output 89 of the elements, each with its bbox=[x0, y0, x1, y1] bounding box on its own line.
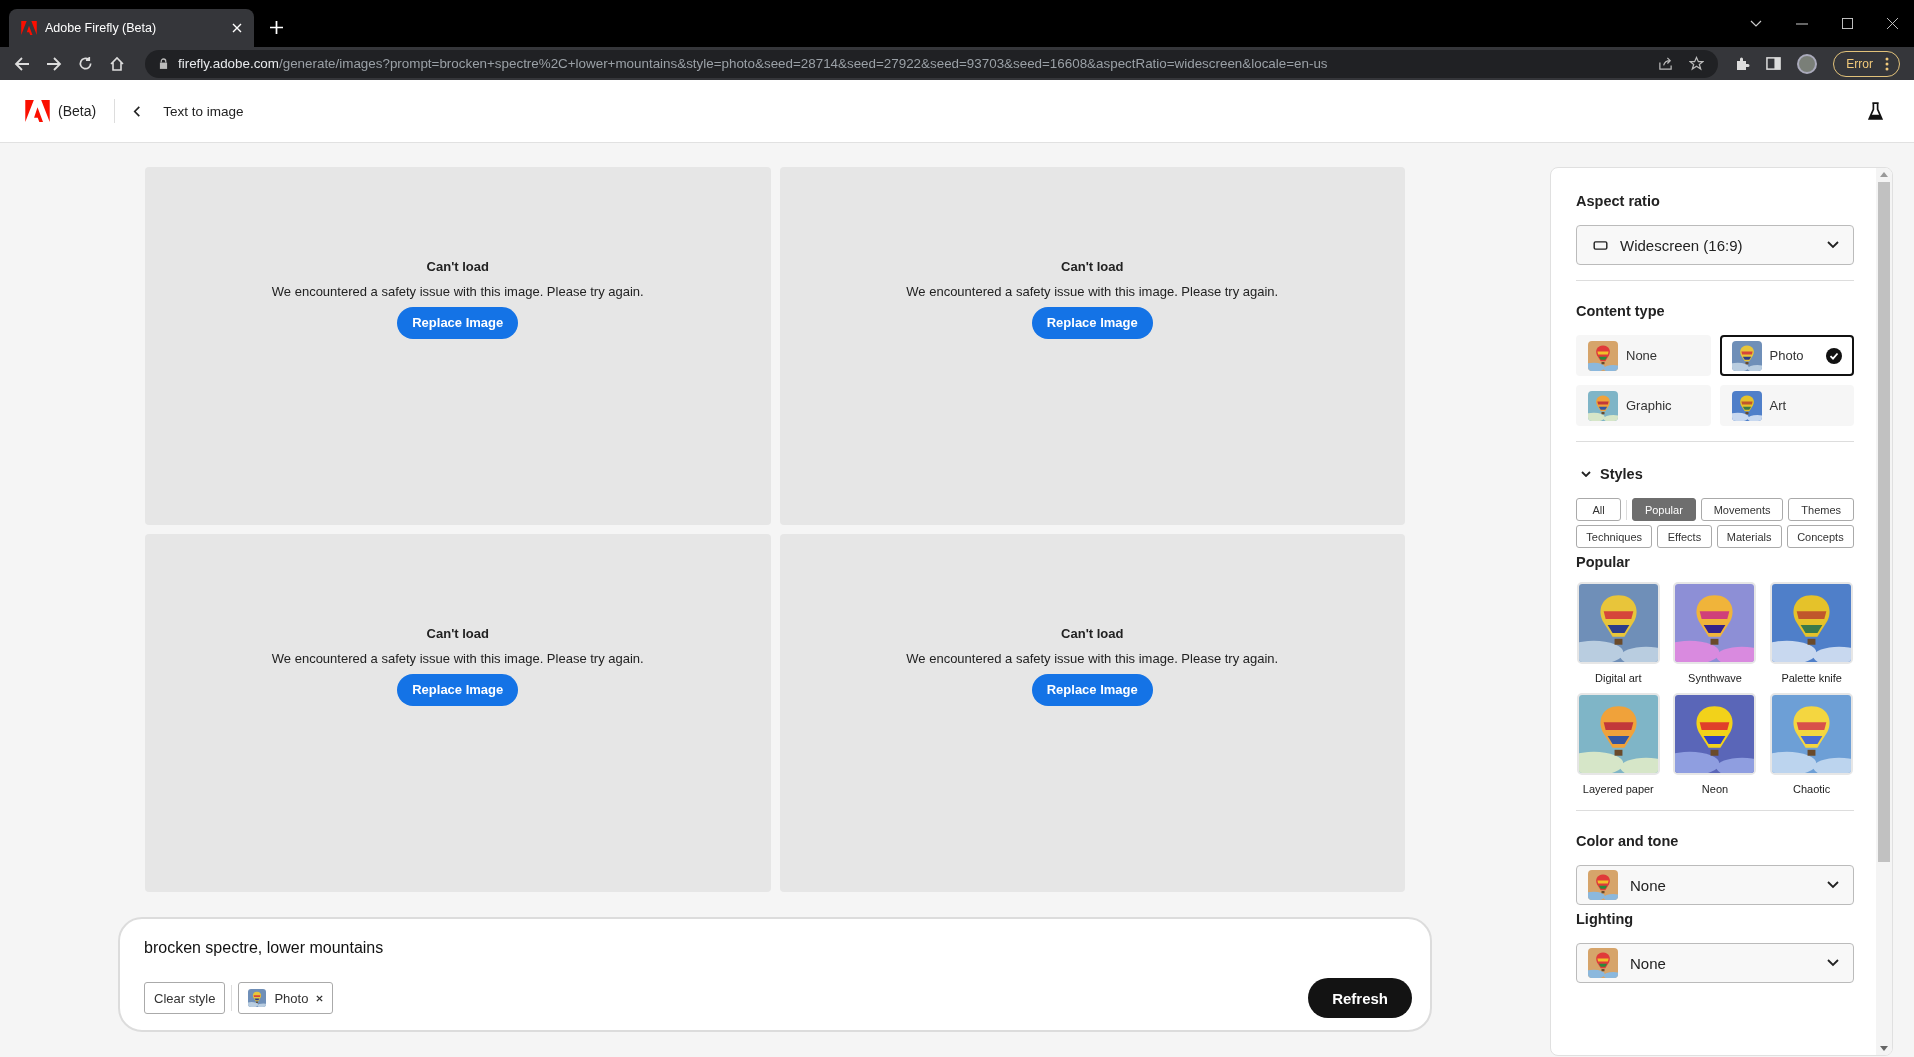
url-text: firefly.adobe.com/generate/images?prompt=brocken+spectre%2C+lower+mountains&style=photo&seed=28714&seed=27922&seed=93703&seed=16608&aspectRatio=widescreen&locale=en-us bbox=[178, 56, 1329, 71]
filter-tab[interactable]: Effects bbox=[1657, 525, 1712, 548]
section-heading: Color and tone bbox=[1576, 833, 1680, 849]
error-message: We encountered a safety issue with this image. Please try again. bbox=[906, 650, 1279, 666]
dropdown-value: None bbox=[1630, 876, 1666, 894]
flask-icon[interactable] bbox=[1868, 101, 1883, 121]
style-label: Chaotic bbox=[1793, 783, 1831, 795]
lock-icon bbox=[159, 58, 168, 69]
close-icon[interactable] bbox=[1887, 18, 1898, 29]
style-label: Synthwave bbox=[1688, 672, 1742, 684]
error-title: Can't load bbox=[1061, 625, 1124, 641]
style-label: Neon bbox=[1701, 783, 1729, 795]
share-icon[interactable] bbox=[1658, 56, 1674, 71]
maximize-icon[interactable] bbox=[1842, 18, 1853, 29]
chevron-down-icon bbox=[1827, 241, 1839, 249]
color-tone-dropdown[interactable]: None bbox=[1576, 865, 1854, 905]
section-heading: Styles bbox=[1600, 466, 1643, 482]
adobe-logo-icon bbox=[21, 21, 37, 35]
lighting-dropdown[interactable]: None bbox=[1576, 943, 1854, 983]
filter-tab[interactable]: All bbox=[1576, 498, 1621, 521]
option-label: Photo bbox=[1769, 348, 1805, 363]
address-bar[interactable]: firefly.adobe.com/generate/images?prompt=brocken+spectre%2C+lower+mountains&style=photo&seed=28714&seed=27922&seed=93703&seed=16608&aspectRatio=widescreen&locale=en-us bbox=[145, 49, 1719, 78]
star-icon[interactable] bbox=[1689, 56, 1705, 71]
dropdown-value: None bbox=[1630, 954, 1666, 972]
chevron-down-icon bbox=[1827, 959, 1839, 967]
forward-icon[interactable] bbox=[46, 55, 62, 72]
tab-title: Adobe Firefly (Beta) bbox=[45, 21, 158, 35]
filter-tab[interactable]: Themes bbox=[1788, 498, 1854, 521]
home-icon[interactable] bbox=[109, 55, 125, 72]
style-tag[interactable]: Photo bbox=[238, 982, 334, 1014]
option-label: None bbox=[1626, 348, 1659, 363]
prompt-input[interactable]: brocken spectre, lower mountains bbox=[144, 939, 1412, 957]
error-message: We encountered a safety issue with this image. Please try again. bbox=[271, 650, 644, 666]
back-icon[interactable] bbox=[133, 105, 142, 117]
scrollbar[interactable] bbox=[1876, 168, 1892, 1055]
error-title: Can't load bbox=[426, 625, 489, 641]
section-heading: Aspect ratio bbox=[1576, 193, 1661, 209]
error-message: We encountered a safety issue with this image. Please try again. bbox=[906, 283, 1279, 299]
extensions-icon[interactable] bbox=[1734, 55, 1751, 72]
new-tab-icon[interactable] bbox=[270, 21, 283, 34]
styles-toggle[interactable]: Styles bbox=[1581, 466, 1854, 482]
tab-search-icon[interactable] bbox=[1750, 19, 1762, 28]
aspect-ratio-dropdown[interactable]: Widescreen (16:9) bbox=[1576, 225, 1854, 265]
style-label: Palette knife bbox=[1781, 672, 1842, 684]
clear-style-button[interactable]: Clear style bbox=[144, 982, 226, 1014]
option-label: Graphic bbox=[1626, 398, 1673, 413]
page-title: Text to image bbox=[163, 103, 244, 119]
dropdown-value: Widescreen (16:9) bbox=[1620, 236, 1743, 254]
filter-tab[interactable]: Popular bbox=[1632, 498, 1696, 521]
scroll-down-icon[interactable] bbox=[1880, 1046, 1888, 1051]
error-title: Can't load bbox=[1061, 258, 1124, 274]
style-label: Layered paper bbox=[1582, 783, 1654, 795]
minimize-icon[interactable] bbox=[1796, 22, 1808, 25]
chevron-icon bbox=[1581, 471, 1591, 477]
more-icon bbox=[1885, 56, 1889, 71]
replace-image-button[interactable]: Replace Image bbox=[397, 673, 519, 706]
checkmark-icon bbox=[1826, 347, 1842, 364]
replace-image-button[interactable]: Replace Image bbox=[1031, 306, 1153, 339]
style-label: Digital art bbox=[1595, 672, 1642, 684]
adobe-logo-icon[interactable] bbox=[25, 100, 50, 122]
reload-icon[interactable] bbox=[78, 56, 93, 71]
content-type-option[interactable]: Photo bbox=[1719, 335, 1854, 376]
side-panel-icon[interactable] bbox=[1766, 56, 1782, 71]
scrollbar-thumb[interactable] bbox=[1878, 182, 1890, 862]
filter-tab[interactable]: Techniques bbox=[1576, 525, 1653, 548]
content-type-option[interactable]: None bbox=[1576, 335, 1711, 376]
profile-error-button[interactable]: Error bbox=[1833, 50, 1900, 77]
beta-label: (Beta) bbox=[58, 103, 97, 119]
replace-image-button[interactable]: Replace Image bbox=[397, 306, 519, 339]
scroll-up-icon[interactable] bbox=[1880, 172, 1888, 177]
profile-avatar[interactable] bbox=[1797, 53, 1818, 74]
section-heading: Lighting bbox=[1576, 911, 1635, 927]
section-heading: Popular bbox=[1576, 554, 1631, 570]
remove-icon[interactable] bbox=[316, 994, 324, 1002]
option-label: Art bbox=[1769, 398, 1788, 413]
section-heading: Content type bbox=[1576, 303, 1666, 319]
chevron-down-icon bbox=[1827, 881, 1839, 889]
replace-image-button[interactable]: Replace Image bbox=[1031, 673, 1153, 706]
tag-label: Photo bbox=[274, 990, 309, 1006]
content-type-option[interactable]: Graphic bbox=[1576, 385, 1711, 426]
filter-tab[interactable]: Materials bbox=[1716, 525, 1782, 548]
content-type-option[interactable]: Art bbox=[1719, 385, 1854, 426]
filter-tab[interactable]: Movements bbox=[1700, 498, 1784, 521]
refresh-button[interactable]: Refresh bbox=[1308, 978, 1412, 1018]
widescreen-icon bbox=[1593, 240, 1608, 250]
browser-tab[interactable]: Adobe Firefly (Beta) bbox=[9, 9, 254, 47]
error-message: We encountered a safety issue with this image. Please try again. bbox=[271, 283, 644, 299]
error-title: Can't load bbox=[426, 258, 489, 274]
filter-tab[interactable]: Concepts bbox=[1786, 525, 1854, 548]
